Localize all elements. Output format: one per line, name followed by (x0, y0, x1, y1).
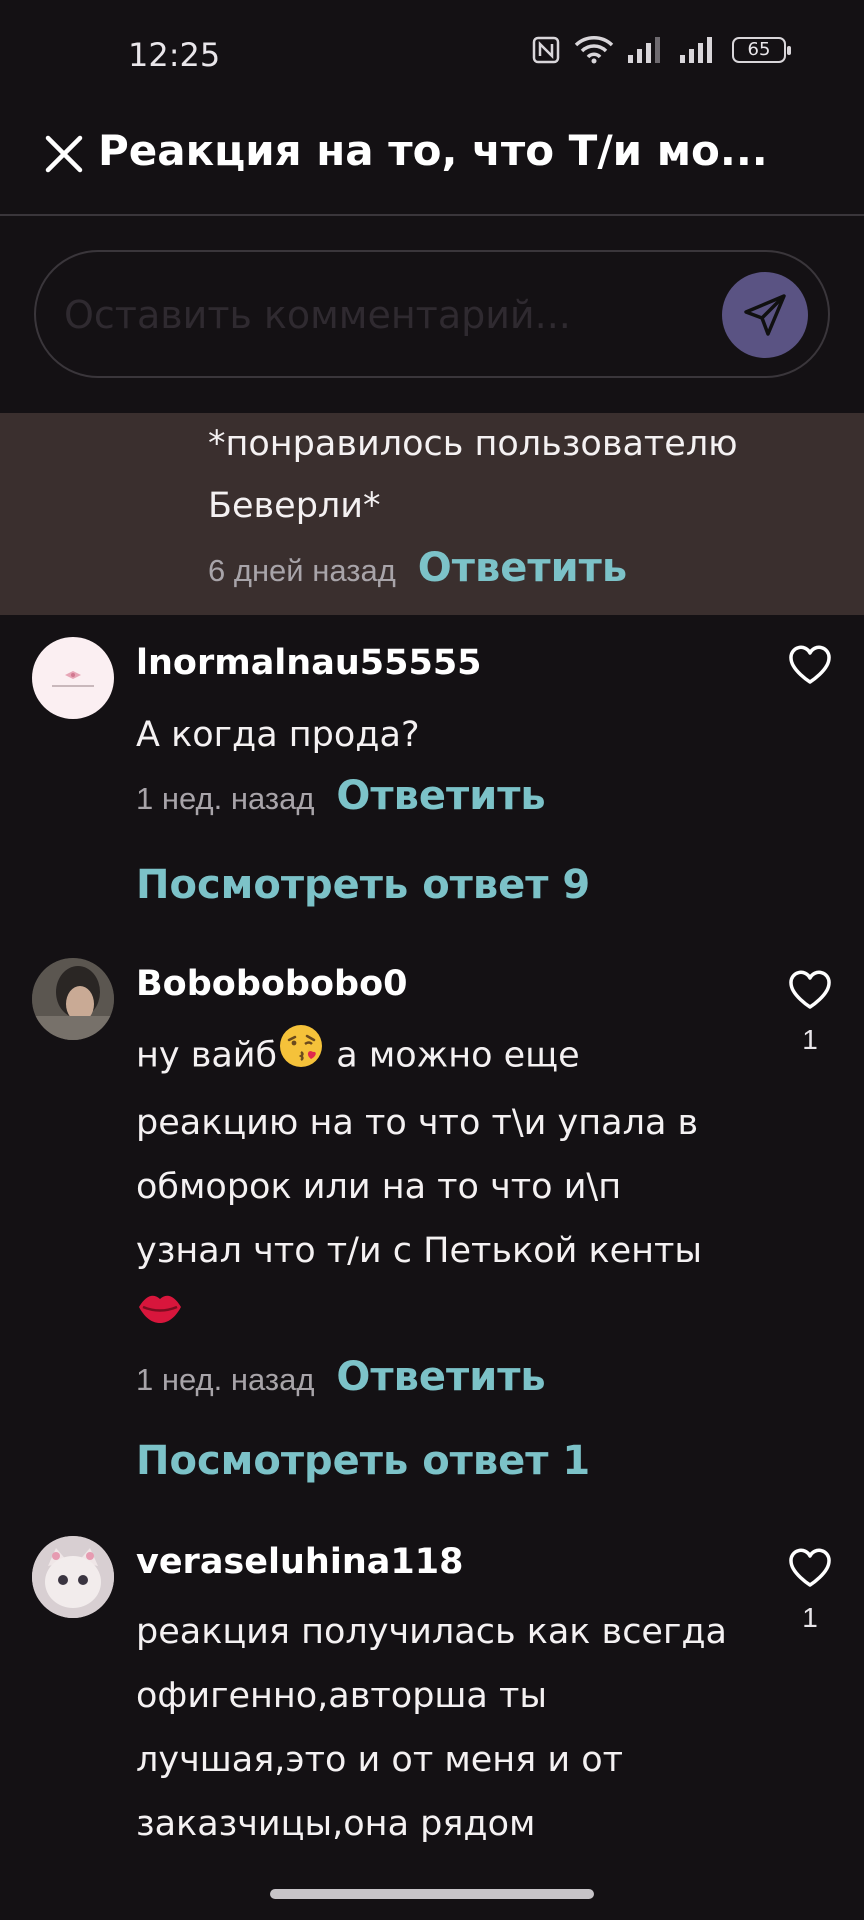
comment-box (34, 250, 830, 378)
lips-emoji (136, 1284, 184, 1348)
comment-input[interactable] (64, 286, 744, 344)
comment-time: 6 дней назад (208, 553, 396, 588)
heart-icon (789, 970, 831, 1009)
comment-meta: 1 нед. назад Ответить (136, 773, 546, 819)
status-time: 12:25 (128, 36, 221, 74)
header: Реакция на то, что Т/и мо... (0, 108, 864, 216)
like-count: 1 (802, 1024, 818, 1055)
reply-button[interactable]: Ответить (336, 773, 545, 819)
signal-icon (628, 37, 666, 63)
comment-time: 1 нед. назад (136, 781, 315, 816)
send-button[interactable] (722, 272, 808, 358)
avatar[interactable] (32, 637, 114, 719)
status-icons: 65 (532, 36, 791, 64)
comment-username[interactable]: lnormalnau55555 (136, 643, 482, 683)
reply-button[interactable]: Ответить (336, 1354, 545, 1400)
comment-text: ну вайб а можно еще реакцию на то что т\… (136, 1022, 736, 1348)
comment-meta: 6 дней назад Ответить (208, 545, 627, 591)
view-replies-button[interactable]: Посмотреть ответ 9 (136, 862, 590, 908)
comment-meta: 1 нед. назад Ответить (136, 1354, 546, 1400)
comment-text: реакция получилась как всегда офигенно,а… (136, 1612, 728, 1844)
comment-username[interactable]: Bobobobobo0 (136, 964, 407, 1004)
view-replies-button[interactable]: Посмотреть ответ 1 (136, 1438, 590, 1484)
home-indicator[interactable] (270, 1889, 594, 1899)
page-title: Реакция на то, что Т/и мо... (98, 126, 768, 175)
highlighted-comment: *понравилось пользователю Беверли* 6 дне… (0, 413, 864, 615)
comment-item: veraseluhina118 реакция получилась как в… (0, 1518, 864, 1890)
signal-icon (680, 37, 718, 63)
close-icon (45, 135, 83, 173)
kiss-emoji (277, 1022, 325, 1091)
send-icon (744, 294, 786, 336)
nfc-icon (532, 36, 560, 64)
comment-text-part: ну вайб (136, 1035, 278, 1076)
like-button[interactable] (786, 645, 834, 699)
comment-time: 1 нед. назад (136, 1362, 315, 1397)
like-button[interactable]: 1 (786, 970, 834, 1056)
reply-button[interactable]: Ответить (418, 545, 627, 591)
wifi-icon (574, 36, 614, 64)
like-count: 1 (802, 1602, 818, 1633)
like-button[interactable]: 1 (786, 1548, 834, 1634)
comment-text: А когда прода? (136, 715, 420, 755)
heart-icon (789, 645, 831, 684)
comment-text: *понравилось пользователю Беверли* (208, 424, 738, 526)
battery-icon: 65 (732, 37, 791, 63)
comment-item: Bobobobobo0 ну вайб а можно еще реакцию … (0, 940, 864, 1480)
avatar[interactable] (32, 1536, 114, 1618)
status-bar: 12:25 65 (0, 0, 864, 100)
comment-username[interactable]: veraseluhina118 (136, 1542, 463, 1582)
heart-icon (789, 1548, 831, 1587)
close-button[interactable] (40, 130, 88, 178)
avatar[interactable] (32, 958, 114, 1040)
